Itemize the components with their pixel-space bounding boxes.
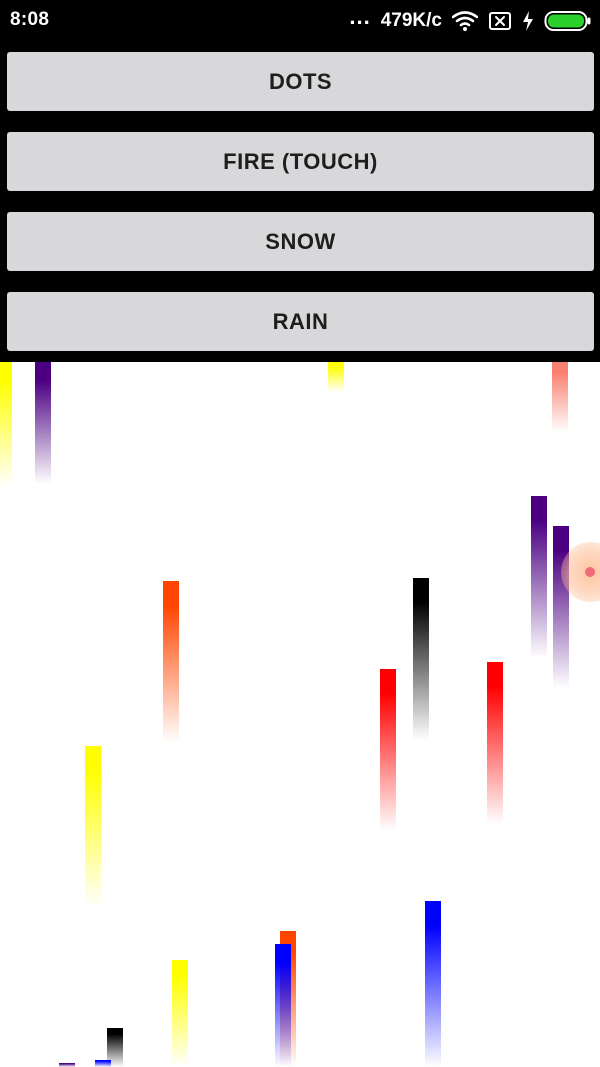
rain-drop — [95, 1060, 111, 1067]
rain-button[interactable]: RAIN — [7, 292, 594, 351]
rain-drop — [0, 362, 12, 487]
wifi-icon — [452, 11, 478, 31]
status-icons: ... 479K/c — [349, 4, 592, 35]
rain-drop — [531, 496, 547, 658]
rain-drop — [425, 901, 441, 1067]
rain-drop — [275, 944, 291, 1067]
network-speed: 479K/c — [380, 10, 442, 31]
snow-button[interactable]: SNOW — [7, 212, 594, 271]
rain-drop — [380, 669, 396, 831]
fire-touch-button[interactable]: FIRE (TOUCH) — [7, 132, 594, 191]
rain-drop — [163, 581, 179, 743]
rain-drop — [172, 960, 188, 1067]
rain-drop — [85, 746, 101, 908]
rain-drop — [487, 662, 503, 824]
rain-drop — [553, 526, 569, 688]
rain-drop — [328, 362, 344, 392]
charging-bolt-icon — [522, 10, 534, 32]
status-time: 8:08 — [10, 9, 50, 30]
button-panel: DOTS FIRE (TOUCH) SNOW RAIN — [0, 42, 600, 362]
battery-icon — [544, 10, 592, 32]
more-notifications-indicator: ... — [349, 4, 371, 29]
no-sim-icon — [488, 11, 512, 31]
rain-drop — [35, 362, 51, 484]
status-bar: 8:08 ... 479K/c — [0, 0, 600, 42]
rain-drop — [552, 362, 568, 432]
rain-drop — [59, 1063, 75, 1067]
rain-drop — [413, 578, 429, 740]
touch-point — [585, 567, 595, 577]
dots-button[interactable]: DOTS — [7, 52, 594, 111]
battery-level — [548, 14, 584, 28]
rain-canvas[interactable] — [0, 362, 600, 1067]
